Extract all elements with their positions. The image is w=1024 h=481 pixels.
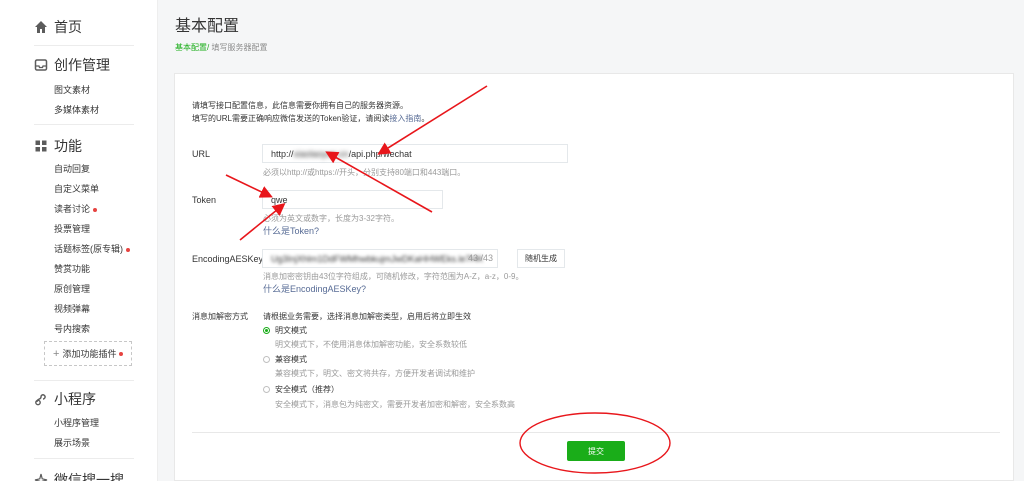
- radio-secure[interactable]: 安全模式（推荐）: [263, 384, 339, 395]
- sidebar-item-video-danmaku[interactable]: 视频弹幕: [54, 302, 90, 315]
- url-domain-redacted: xiaolaoyun.cn: [293, 148, 349, 159]
- token-label: Token: [192, 195, 217, 205]
- sidebar-item-reader-discussion[interactable]: 读者讨论: [54, 202, 98, 215]
- secure-desc: 安全模式下，消息包为纯密文，需要开发者加密和解密，安全系数高: [275, 400, 515, 409]
- token-help-link[interactable]: 什么是Token?: [263, 224, 319, 237]
- page-title: 基本配置: [175, 18, 240, 35]
- aes-hint: 消息加密密钥由43位字符组成，可随机修改，字符范围为A-Z，a-z，0-9。: [263, 272, 524, 281]
- sidebar-section-title: 微信搜一搜: [54, 472, 124, 481]
- access-guide-link[interactable]: 接入指南: [389, 114, 421, 123]
- sidebar-item-original[interactable]: 原创管理: [54, 282, 90, 295]
- sidebar-item-miniprogram-manage[interactable]: 小程序管理: [54, 416, 99, 429]
- sidebar-section-features: 功能: [34, 136, 82, 156]
- encryption-intro: 请根据业务需要，选择消息加解密类型，启用后将立即生效: [263, 312, 471, 321]
- radio-compatible[interactable]: 兼容模式: [263, 354, 307, 365]
- sidebar-home[interactable]: 首页: [34, 17, 82, 37]
- aes-char-count: 43 /43: [467, 253, 493, 263]
- sidebar-section-miniprogram: 小程序: [34, 389, 96, 409]
- sidebar-item-vote[interactable]: 投票管理: [54, 222, 90, 235]
- form-divider: [192, 432, 1000, 433]
- submit-button[interactable]: 提交: [567, 441, 625, 461]
- random-generate-button[interactable]: 随机生成: [517, 249, 565, 268]
- notification-dot: [126, 247, 130, 252]
- sidebar-item-internal-search[interactable]: 号内搜索: [54, 322, 90, 335]
- url-label: URL: [192, 149, 211, 159]
- token-hint: 必须为英文或数字，长度为3-32字符。: [263, 214, 400, 223]
- plaintext-desc: 明文模式下，不使用消息体加解密功能，安全系数较低: [275, 340, 467, 349]
- radio-unchecked-icon: [263, 356, 270, 363]
- sidebar-item-auto-reply[interactable]: 自动回复: [54, 162, 90, 175]
- plus-icon: +: [53, 347, 60, 360]
- token-input[interactable]: qwe: [262, 190, 443, 209]
- inbox-icon: [34, 59, 48, 71]
- sidebar: 首页 创作管理 图文素材 多媒体素材 功能 自动回复 自定义菜单 读者讨论 投票…: [0, 0, 158, 481]
- home-icon: [35, 21, 47, 33]
- server-config-card: 请填写接口配置信息，此信息需要你拥有自己的服务器资源。 填写的URL需要正确响应…: [174, 73, 1014, 481]
- sidebar-item-multimedia-material[interactable]: 多媒体素材: [54, 103, 99, 116]
- miniprogram-icon: [35, 394, 46, 406]
- sidebar-home-label: 首页: [54, 19, 82, 35]
- main-content: 基本配置 基本配置/ 填写服务器配置 请填写接口配置信息，此信息需要你拥有自己的…: [158, 0, 1024, 481]
- radio-checked-icon: [263, 327, 270, 334]
- breadcrumb: 基本配置/ 填写服务器配置: [175, 42, 267, 53]
- sidebar-item-appreciation[interactable]: 赞赏功能: [54, 262, 90, 275]
- notification-dot: [93, 207, 98, 212]
- divider: [34, 458, 134, 459]
- compatible-desc: 兼容模式下，明文、密文将共存，方便开发者调试和维护: [275, 369, 475, 378]
- sidebar-section-wechat-search: 微信搜一搜: [34, 470, 124, 481]
- radio-plaintext[interactable]: 明文模式: [263, 325, 307, 336]
- url-input[interactable]: http://xiaolaoyun.cn/api.php/wechat: [262, 144, 568, 163]
- radio-unchecked-icon: [263, 386, 270, 393]
- aes-key-input[interactable]: Ug3InjXhlm1DdFWMhwbkujmJwDKaHHWEks.le7HK…: [262, 249, 498, 268]
- grid-icon: [35, 140, 47, 152]
- encryption-label: 消息加解密方式: [192, 312, 248, 321]
- aes-help-link[interactable]: 什么是EncodingAESKey?: [263, 282, 366, 295]
- sidebar-item-graphic-material[interactable]: 图文素材: [54, 83, 90, 96]
- sparkle-icon: [34, 473, 48, 481]
- sidebar-section-title: 创作管理: [54, 57, 110, 73]
- sidebar-item-topic-tags[interactable]: 话题标签(原专辑): [54, 242, 130, 255]
- breadcrumb-link[interactable]: 基本配置/: [175, 43, 209, 52]
- url-hint: 必须以http://或https://开头，分别支持80端口和443端口。: [263, 168, 466, 177]
- add-plugin-button[interactable]: + 添加功能插件: [44, 341, 132, 366]
- divider: [34, 380, 134, 381]
- sidebar-item-custom-menu[interactable]: 自定义菜单: [54, 182, 99, 195]
- divider: [34, 45, 134, 46]
- sidebar-section-title: 小程序: [54, 391, 96, 407]
- breadcrumb-current: 填写服务器配置: [211, 43, 268, 52]
- sidebar-item-display-scenes[interactable]: 展示场景: [54, 436, 90, 449]
- config-tips: 请填写接口配置信息，此信息需要你拥有自己的服务器资源。 填写的URL需要正确响应…: [192, 101, 430, 123]
- sidebar-section-creation: 创作管理: [34, 55, 110, 75]
- sidebar-section-title: 功能: [54, 138, 82, 154]
- notification-dot: [119, 351, 124, 356]
- aes-label: EncodingAESKey: [192, 254, 264, 264]
- divider: [34, 124, 134, 125]
